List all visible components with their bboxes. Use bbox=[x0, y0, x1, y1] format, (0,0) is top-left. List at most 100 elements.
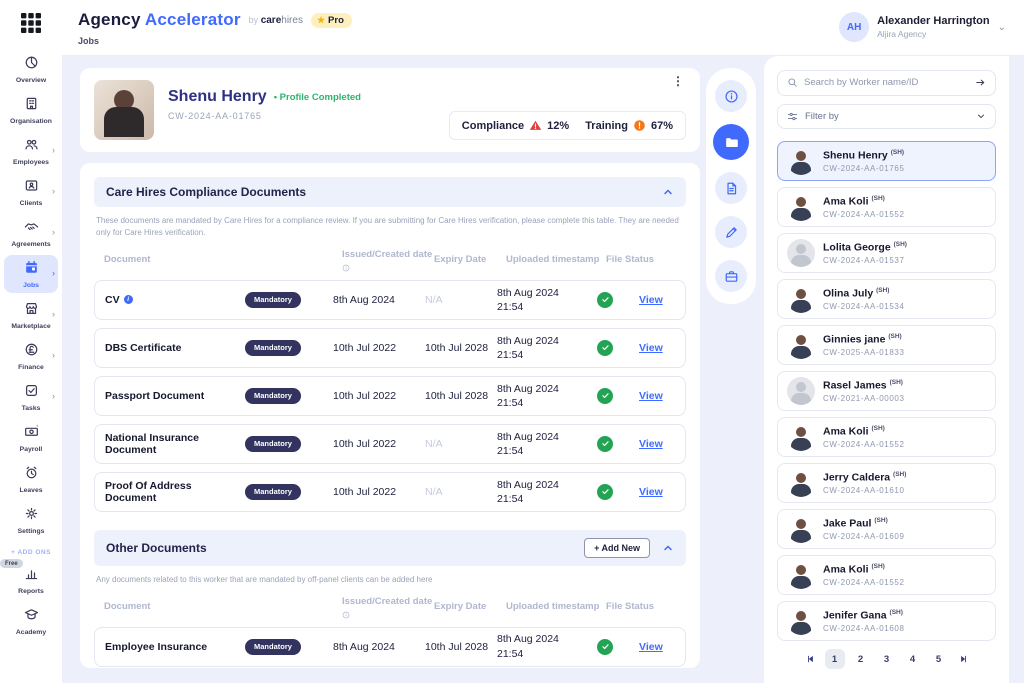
worker-name: Ama Koli (SH) bbox=[823, 195, 905, 208]
expiry-date: 10th Jul 2028 bbox=[425, 390, 497, 402]
rail-tab-briefcase[interactable] bbox=[715, 260, 747, 292]
star-icon: ★ bbox=[317, 15, 325, 26]
add-new-button[interactable]: + Add New bbox=[584, 538, 650, 558]
pie-chart-icon bbox=[24, 55, 39, 75]
expiry-date: N/A bbox=[425, 486, 497, 498]
expiry-date: N/A bbox=[425, 438, 497, 450]
view-link[interactable]: View bbox=[639, 438, 677, 450]
sidebar-item-finance[interactable]: Finance› bbox=[4, 337, 58, 375]
previous-page-icon[interactable] bbox=[803, 651, 819, 667]
worker-list-item[interactable]: Ama Koli (SH) CW-2024-AA-01552 bbox=[777, 417, 996, 457]
add-ons-label[interactable]: + ADD ONS bbox=[11, 549, 51, 556]
worker-list-item[interactable]: Ginnies jane (SH)CW-2025-AA-01833 bbox=[777, 325, 996, 365]
collapse-chevron-up-icon[interactable] bbox=[662, 186, 674, 198]
worker-list-item[interactable]: Ama Koli (SH) CW-2024-AA-01552 bbox=[777, 187, 996, 227]
search-input[interactable] bbox=[804, 77, 969, 88]
mandatory-badge: Mandatory bbox=[245, 639, 301, 655]
worker-id: CW-2024-AA-01608 bbox=[823, 624, 905, 633]
sidebar-item-label: Marketplace bbox=[11, 323, 50, 330]
issued-date: 8th Aug 2024 bbox=[333, 641, 425, 653]
worker-list-item[interactable]: Ama Koli (SH)CW-2024-AA-01552 bbox=[777, 555, 996, 595]
rail-tab-pen[interactable] bbox=[715, 216, 747, 248]
sidebar-item-label: Overview bbox=[16, 77, 46, 84]
page-title: Agency Accelerator bbox=[78, 10, 241, 30]
collapse-chevron-up-icon[interactable] bbox=[662, 542, 674, 554]
sidebar-item-label: Payroll bbox=[20, 446, 43, 453]
worker-name: Rasel James (SH) bbox=[823, 379, 905, 392]
uploaded-timestamp: 8th Aug 202421:54 bbox=[497, 334, 597, 362]
sidebar-item-academy[interactable]: Academy bbox=[4, 602, 58, 640]
rail-tab-folder[interactable] bbox=[713, 124, 749, 160]
user-menu[interactable]: AH Alexander Harrington Aljira Agency ⌄ bbox=[839, 12, 1006, 42]
worker-id: CW-2024-AA-01534 bbox=[823, 302, 905, 311]
view-link[interactable]: View bbox=[639, 641, 677, 653]
sidebar-item-employees[interactable]: Employees› bbox=[4, 132, 58, 170]
worker-name: Ama Koli (SH) bbox=[823, 563, 905, 576]
search-submit-arrow-icon[interactable] bbox=[975, 77, 986, 88]
view-link[interactable]: View bbox=[639, 390, 677, 402]
worker-list-item[interactable]: Jake Paul (SH)CW-2024-AA-01609 bbox=[777, 509, 996, 549]
worker-id: CW-2024-AA-01552 bbox=[823, 440, 905, 449]
profile-tab-rail bbox=[706, 68, 756, 304]
page-button-2[interactable]: 2 bbox=[851, 649, 871, 669]
mandatory-badge: Mandatory bbox=[245, 340, 301, 356]
mandatory-badge: Mandatory bbox=[245, 292, 301, 308]
sidebar-item-marketplace[interactable]: Marketplace› bbox=[4, 296, 58, 334]
worker-avatar bbox=[787, 515, 815, 543]
rail-tab-document[interactable] bbox=[715, 172, 747, 204]
document-row: Employee InsuranceMandatory8th Aug 20241… bbox=[94, 627, 686, 667]
page-button-1[interactable]: 1 bbox=[825, 649, 845, 669]
view-link[interactable]: View bbox=[639, 486, 677, 498]
sidebar-item-label: Finance bbox=[18, 364, 44, 371]
filter-dropdown[interactable]: Filter by bbox=[777, 104, 996, 130]
info-icon[interactable]: i bbox=[124, 295, 133, 304]
sidebar-item-clients[interactable]: Clients› bbox=[4, 173, 58, 211]
sidebar-item-label: Tasks bbox=[22, 405, 41, 412]
document-row: Proof Of Address DocumentMandatory10th J… bbox=[94, 472, 686, 512]
rail-tab-info-circle[interactable] bbox=[715, 80, 747, 112]
sidebar-item-reports[interactable]: FreeReports bbox=[4, 561, 58, 599]
kebab-menu-icon[interactable]: ⋮ bbox=[670, 78, 686, 96]
sidebar-item-agreements[interactable]: Agreements› bbox=[4, 214, 58, 252]
mandatory-badge: Mandatory bbox=[245, 436, 301, 452]
worker-id: CW-2024-AA-01552 bbox=[823, 210, 905, 219]
worker-list-item[interactable]: Olina July (SH)CW-2024-AA-01534 bbox=[777, 279, 996, 319]
section-title: Care Hires Compliance Documents bbox=[106, 185, 662, 199]
app-grid-icon[interactable] bbox=[20, 12, 42, 34]
worker-list-item[interactable]: Lolita George (SH)CW-2024-AA-01537 bbox=[777, 233, 996, 273]
worker-avatar bbox=[787, 331, 815, 359]
worker-name: Ama Koli (SH) bbox=[823, 425, 905, 438]
worker-list-item[interactable]: Rasel James (SH) CW-2021-AA-00003 bbox=[777, 371, 996, 411]
worker-list-item[interactable]: Jenifer Gana (SH)CW-2024-AA-01608 bbox=[777, 601, 996, 641]
sidebar-item-payroll[interactable]: ✦Payroll bbox=[4, 419, 58, 457]
worker-profile-card: Shenu Henry • Profile Completed CW-2024-… bbox=[80, 68, 700, 152]
next-page-icon[interactable] bbox=[955, 651, 971, 667]
sidebar-item-overview[interactable]: Overview bbox=[4, 50, 58, 88]
page-button-5[interactable]: 5 bbox=[929, 649, 949, 669]
worker-search bbox=[777, 70, 996, 96]
section-header-other-documents: Other Documents + Add New bbox=[94, 530, 686, 566]
sidebar-item-label: Agreements bbox=[11, 241, 50, 248]
uploaded-timestamp: 8th Aug 202421:54 bbox=[497, 382, 597, 410]
page-button-4[interactable]: 4 bbox=[903, 649, 923, 669]
worker-list-item[interactable]: Jerry Caldera (SH)CW-2024-AA-01610 bbox=[777, 463, 996, 503]
profile-status: • Profile Completed bbox=[274, 92, 361, 103]
table-header-row: DocumentIssued/Created date Expiry DateU… bbox=[94, 592, 686, 627]
sidebar-item-jobs[interactable]: Jobs› bbox=[4, 255, 58, 293]
worker-list-item[interactable]: Shenu Henry (SH)CW-2024-AA-01765 bbox=[777, 141, 996, 181]
worker-id: CW-2021-AA-00003 bbox=[823, 394, 905, 403]
chevron-right-icon: › bbox=[52, 227, 55, 237]
col-header-uploaded-timestamp: Uploaded timestamp bbox=[506, 596, 606, 619]
sidebar-item-leaves[interactable]: Leaves bbox=[4, 460, 58, 498]
view-link[interactable]: View bbox=[639, 342, 677, 354]
page-button-3[interactable]: 3 bbox=[877, 649, 897, 669]
sidebar-item-organisation[interactable]: Organisation bbox=[4, 91, 58, 129]
view-link[interactable]: View bbox=[639, 294, 677, 306]
worker-avatar bbox=[787, 147, 815, 175]
worker-name: Shenu Henry bbox=[168, 88, 267, 106]
compliance-training-metrics: Compliance 12% Training 67% bbox=[449, 111, 686, 140]
people-icon bbox=[24, 137, 39, 157]
sidebar-item-settings[interactable]: Settings bbox=[4, 501, 58, 539]
sidebar-item-tasks[interactable]: Tasks› bbox=[4, 378, 58, 416]
chevron-down-icon bbox=[976, 111, 986, 121]
